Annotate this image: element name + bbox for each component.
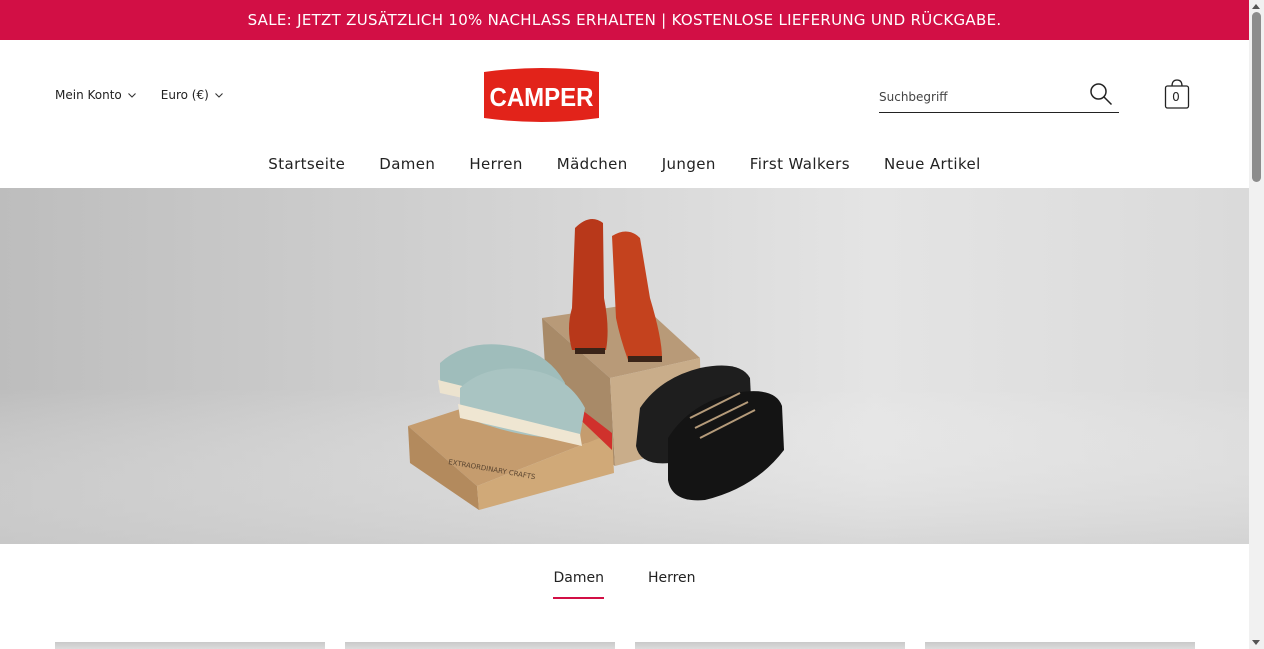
camper-logo[interactable]: CAMPER [484,66,599,124]
category-tabs: Damen Herren [0,570,1249,599]
product-card[interactable] [635,642,905,649]
scroll-down-arrow[interactable] [1252,640,1260,645]
search-icon[interactable] [1089,82,1113,106]
product-card[interactable] [345,642,615,649]
chevron-down-icon [127,93,136,98]
nav-item-startseite[interactable]: Startseite [268,155,345,173]
scrollbar-thumb[interactable] [1252,12,1261,182]
tab-herren[interactable]: Herren [648,570,696,599]
main-navigation: Startseite Damen Herren Mädchen Jungen F… [0,155,1249,173]
product-card[interactable] [55,642,325,649]
promo-text: SALE: JETZT ZUSÄTZLICH 10% NACHLASS ERHA… [247,11,1002,29]
nav-item-maedchen[interactable]: Mädchen [557,155,628,173]
product-card[interactable] [925,642,1195,649]
account-menu-button[interactable]: Mein Konto [55,88,137,102]
nav-item-first-walkers[interactable]: First Walkers [750,155,850,173]
nav-item-jungen[interactable]: Jungen [662,155,716,173]
search-input[interactable] [879,80,1079,110]
vertical-scrollbar[interactable] [1249,0,1264,649]
promo-banner[interactable]: SALE: JETZT ZUSÄTZLICH 10% NACHLASS ERHA… [0,0,1249,40]
search-bar [879,80,1119,113]
nav-item-damen[interactable]: Damen [379,155,435,173]
logo-text: CAMPER [490,82,594,112]
hero-banner[interactable]: EXTRAORDINARY CRAFTS [0,188,1249,544]
nav-item-neue-artikel[interactable]: Neue Artikel [884,155,981,173]
chevron-down-icon [214,93,223,98]
site-header: Mein Konto Euro (€) CAMPER 0 Startseite … [0,40,1249,188]
account-label: Mein Konto [55,88,122,102]
currency-label: Euro (€) [160,88,209,102]
hero-image: EXTRAORDINARY CRAFTS [0,188,1249,544]
product-grid [55,642,1195,649]
account-links: Mein Konto Euro (€) [55,88,224,102]
nav-item-herren[interactable]: Herren [469,155,522,173]
cart-count: 0 [1172,90,1180,104]
scroll-up-arrow[interactable] [1252,4,1260,9]
cart-button[interactable]: 0 [1163,78,1191,112]
tab-damen[interactable]: Damen [553,570,604,599]
currency-selector[interactable]: Euro (€) [161,88,224,102]
